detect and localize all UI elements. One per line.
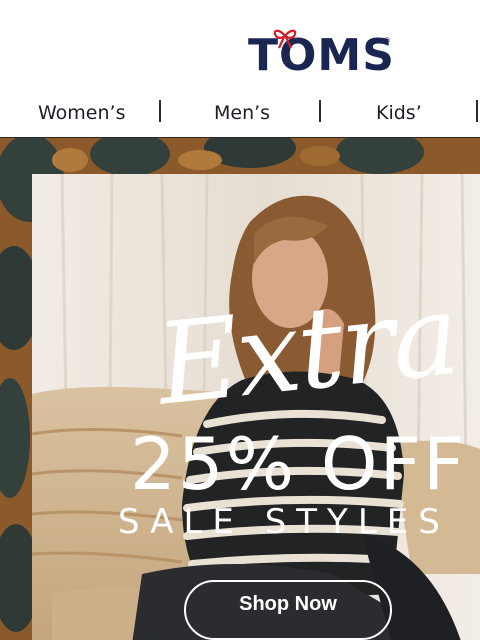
promo-script-text: Extra (151, 269, 464, 431)
promo-subtitle-text: SALE STYLES (118, 502, 450, 542)
nav-divider (159, 100, 161, 122)
nav-item-kids[interactable]: Kids’ (376, 102, 422, 124)
shop-now-button[interactable]: Shop Now (184, 580, 392, 640)
registered-mark: ® (384, 36, 390, 45)
nav-divider (319, 100, 321, 122)
toms-logo[interactable]: TOMS ® (248, 28, 398, 80)
hero-banner[interactable]: Extra 25% OFF SALE STYLES Shop Now (0, 138, 480, 640)
nav-item-womens[interactable]: Women’s (38, 102, 125, 124)
bow-icon (273, 29, 297, 49)
main-nav: Women’s Men’s Kids’ (0, 96, 480, 138)
promo-discount-text: 25% OFF (130, 422, 467, 506)
nav-divider (476, 100, 478, 122)
site-header: TOMS ® (0, 0, 480, 96)
nav-item-mens[interactable]: Men’s (214, 102, 270, 124)
